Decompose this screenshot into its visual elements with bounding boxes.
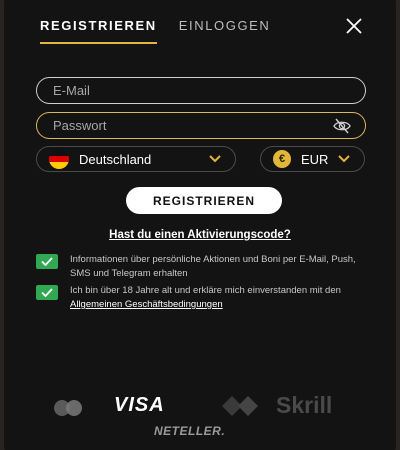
marketing-checkbox[interactable] [36,254,58,269]
checkmark-icon [41,288,53,297]
skrill-logo: Skrill [276,392,333,418]
germany-flag-icon [49,149,69,169]
marketing-consent-text: Informationen über persönliche Aktionen … [70,254,356,279]
terms-consent-row: Ich bin über 18 Jahre alt und erkläre mi… [36,284,360,312]
tab-login[interactable]: EINLOGGEN [179,18,271,44]
chevron-down-icon [209,155,221,163]
mastercard-icon [54,400,82,416]
currency-value: EUR [301,151,329,167]
close-icon[interactable] [344,16,364,36]
payment-methods: VISA Skrill NETELLER. [4,392,396,450]
skrill-mark-icon [222,396,258,416]
registration-modal: REGISTRIEREN EINLOGGEN Deutschland € [4,0,396,450]
country-select[interactable]: Deutschland [36,146,236,172]
terms-consent-text: Ich bin über 18 Jahre alt und erkläre mi… [70,284,360,312]
terms-link[interactable]: Allgemeinen Geschäftsbedingungen [70,299,223,310]
auth-tabs: REGISTRIEREN EINLOGGEN [40,18,270,44]
chevron-down-icon [338,155,350,163]
currency-select[interactable]: € EUR [260,146,365,172]
eye-off-icon[interactable] [333,118,351,134]
checkmark-icon [41,257,53,266]
activation-code-link[interactable]: Hast du einen Aktivierungscode? [4,229,396,241]
country-value: Deutschland [79,151,152,167]
password-field[interactable] [36,112,366,139]
password-input[interactable] [53,118,349,133]
email-input[interactable] [53,83,349,98]
email-field[interactable] [36,77,366,104]
terms-checkbox[interactable] [36,285,58,300]
marketing-consent-row: Informationen über persönliche Aktionen … [36,253,360,281]
euro-coin-icon: € [273,150,291,168]
neteller-logo: NETELLER. [154,424,226,438]
register-button[interactable]: REGISTRIEREN [126,187,282,214]
terms-prefix: Ich bin über 18 Jahre alt und erkläre mi… [70,285,341,296]
tab-register[interactable]: REGISTRIEREN [40,18,157,44]
visa-logo: VISA [114,394,165,416]
